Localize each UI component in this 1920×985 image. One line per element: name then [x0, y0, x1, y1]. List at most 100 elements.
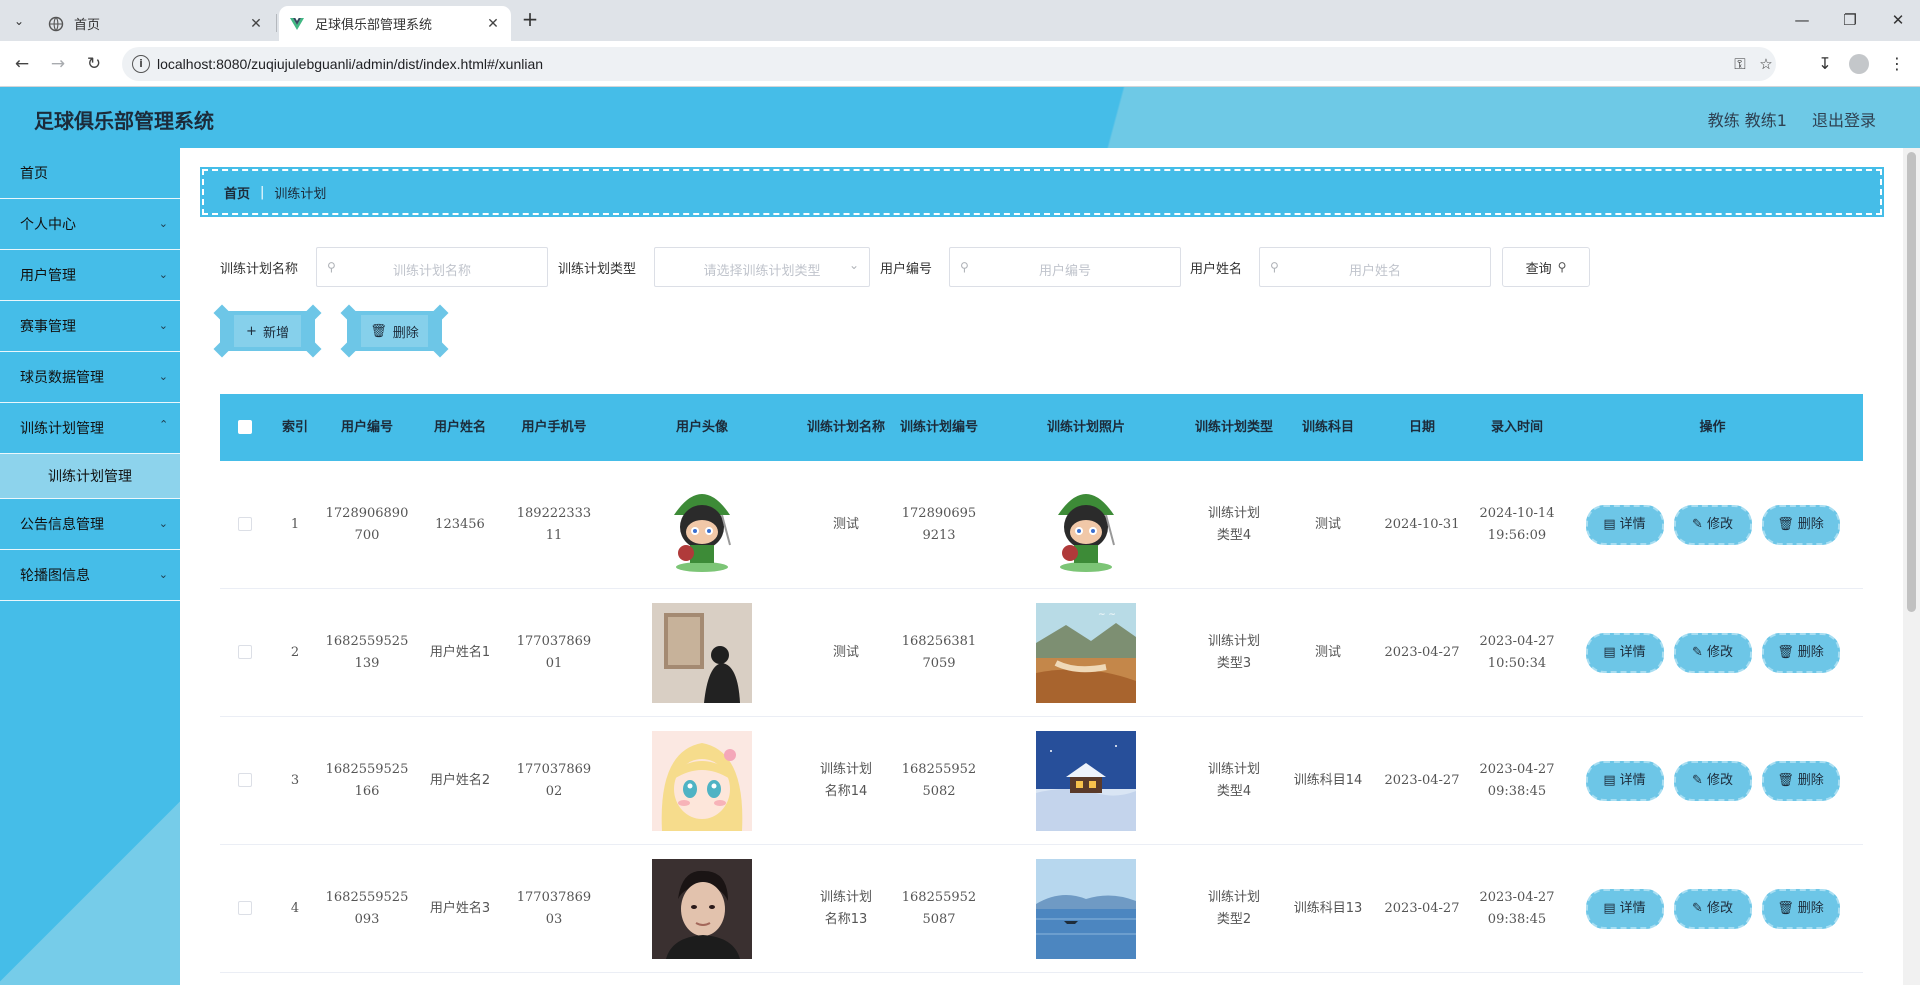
gallery-person-avatar — [652, 602, 752, 703]
forward-arrow-icon[interactable]: → — [46, 52, 70, 76]
plan-type-select[interactable]: 请选择训练计划类型 ⌄ — [654, 247, 870, 287]
delete-button[interactable]: 🗑 删除 — [1761, 504, 1840, 545]
user-name-input[interactable]: ⚲ 用户姓名 — [1259, 247, 1491, 287]
sidebar-item-player-data[interactable]: 球员数据管理 ⌄ — [0, 352, 180, 403]
user-id-input[interactable]: ⚲ 用户编号 — [949, 247, 1181, 287]
cell-uid: 1682559525093 — [320, 887, 414, 931]
delete-button[interactable]: 🗑 删除 — [1761, 632, 1840, 673]
detail-button[interactable]: ▤ 详情 — [1585, 888, 1664, 929]
browser-tab-active[interactable]: 足球俱乐部管理系统 ✕ — [279, 6, 511, 41]
site-info-icon[interactable]: i — [132, 55, 150, 73]
user-avatar-image — [602, 602, 802, 703]
browser-tab-home[interactable]: 首页 ✕ — [38, 6, 274, 41]
breadcrumb-home[interactable]: 首页 — [224, 183, 250, 202]
minimize-icon[interactable]: — — [1788, 8, 1816, 32]
edit-label: 修改 — [1706, 516, 1733, 532]
sidebar-item-carousel[interactable]: 轮播图信息 ⌄ — [0, 550, 180, 601]
profile-avatar-icon[interactable] — [1849, 54, 1869, 74]
cell-subject: 测试 — [1284, 642, 1372, 664]
sidebar-item-announcements[interactable]: 公告信息管理 ⌄ — [0, 499, 180, 550]
new-tab-plus-icon[interactable]: + — [518, 8, 542, 32]
document-icon: ▤ — [1603, 900, 1616, 916]
detail-button[interactable]: ▤ 详情 — [1585, 632, 1664, 673]
cell-date: 2024-10-31 — [1372, 514, 1472, 536]
header-user-id: 用户编号 — [340, 419, 393, 435]
cell-pno: 1682559525082 — [890, 759, 988, 803]
row-checkbox[interactable] — [220, 770, 270, 792]
sidebar: 首页 个人中心 ⌄ 用户管理 ⌄ 赛事管理 ⌄ 球员数据管理 ⌄ 训练计划管理 ⌄ 训练计… — [0, 148, 180, 985]
sidebar-item-match-management[interactable]: 赛事管理 ⌄ — [0, 301, 180, 352]
restore-icon[interactable]: ❐ — [1836, 8, 1864, 32]
row-checkbox[interactable] — [220, 642, 270, 664]
window-close-icon[interactable]: ✕ — [1884, 8, 1912, 32]
cell-pname: 训练计划名称13 — [802, 887, 890, 931]
sidebar-subitem-training-plan[interactable]: 训练计划管理 — [0, 454, 180, 499]
cell-text: 3 — [290, 772, 300, 788]
cell-text: 训练计划类型3 — [1207, 633, 1260, 671]
sidebar-item-user-management[interactable]: 用户管理 ⌄ — [0, 250, 180, 301]
table-row: 2 1682559525139 用户姓名1 17703786901 测试 16825638… — [220, 589, 1863, 717]
edit-button[interactable]: ✎ 修改 — [1673, 504, 1752, 545]
autumn-landscape-photo: ~ ~ — [1036, 602, 1136, 703]
cell-text: 1682559525082 — [901, 761, 977, 799]
query-button[interactable]: 查询 ⚲ — [1502, 247, 1590, 287]
row-checkbox[interactable] — [220, 898, 270, 920]
breadcrumb-current: 训练计划 — [274, 186, 327, 202]
plan-name-input[interactable]: ⚲ 训练计划名称 — [316, 247, 548, 287]
cell-phone: 17703786902 — [506, 759, 602, 803]
pencil-icon: ✎ — [1692, 772, 1703, 788]
more-menu-icon[interactable]: ⋮ — [1885, 52, 1909, 76]
octocat-avatar — [652, 474, 752, 575]
scrollbar-thumb[interactable] — [1907, 152, 1916, 612]
header-operations: 操作 — [1699, 419, 1726, 435]
detail-button[interactable]: ▤ 详情 — [1585, 760, 1664, 801]
placeholder: 用户姓名 — [1348, 264, 1401, 279]
cell-text: 2024-10-31 — [1384, 516, 1460, 532]
page-scrollbar[interactable] — [1903, 148, 1920, 985]
tab-separator — [276, 14, 277, 32]
reload-icon[interactable]: ↻ — [82, 52, 106, 76]
corner-decoration — [340, 340, 358, 358]
close-tab-icon[interactable]: ✕ — [248, 16, 264, 32]
password-key-icon[interactable]: ⚿ — [1730, 54, 1750, 74]
download-icon[interactable]: ↧ — [1813, 52, 1837, 76]
row-operations: ▤ 详情 ✎ 修改 🗑 删除 — [1562, 632, 1863, 673]
batch-delete-button[interactable]: 🗑 删除 — [340, 304, 449, 358]
pencil-icon: ✎ — [1692, 644, 1703, 660]
placeholder: 请选择训练计划类型 — [703, 264, 821, 279]
logout-button[interactable]: 退出登录 — [1812, 107, 1876, 131]
cell-pname: 训练计划名称14 — [802, 759, 890, 803]
detail-button[interactable]: ▤ 详情 — [1585, 504, 1664, 545]
add-button[interactable]: + 新增 — [213, 304, 322, 358]
edit-button[interactable]: ✎ 修改 — [1673, 632, 1752, 673]
cell-text: 2023-04-27 — [1384, 644, 1460, 660]
row-operations: ▤ 详情 ✎ 修改 🗑 删除 — [1562, 888, 1863, 929]
app-header: 足球俱乐部管理系统 教练 教练1 退出登录 — [0, 87, 1920, 148]
sidebar-item-personal-center[interactable]: 个人中心 ⌄ — [0, 199, 180, 250]
sidebar-item-home[interactable]: 首页 — [0, 148, 180, 199]
row-checkbox[interactable] — [220, 514, 270, 536]
tab-list-chevron-icon[interactable]: ⌄ — [8, 10, 30, 32]
cell-pno: 1682559525087 — [890, 887, 988, 931]
cell-date: 2023-04-27 — [1372, 642, 1472, 664]
edit-button[interactable]: ✎ 修改 — [1673, 760, 1752, 801]
header-date: 日期 — [1408, 419, 1435, 435]
select-all-checkbox[interactable] — [220, 417, 270, 439]
table-row: 1 1728906890700 123456 18922233311 测试 1728906… — [220, 461, 1863, 589]
detail-label: 详情 — [1619, 516, 1646, 532]
bookmark-star-icon[interactable]: ☆ — [1756, 54, 1776, 74]
header-created: 录入时间 — [1490, 419, 1543, 435]
cell-text: 训练科目14 — [1293, 772, 1363, 788]
sidebar-item-training-plan[interactable]: 训练计划管理 ⌄ — [0, 403, 180, 454]
table-header: 索引 用户编号 用户姓名 用户手机号 用户头像 训练计划名称 训练计划编号 训练… — [220, 394, 1863, 461]
edit-button[interactable]: ✎ 修改 — [1673, 888, 1752, 929]
url-field[interactable]: i localhost:8080/zuqiujulebguanli/admin/… — [122, 47, 1776, 81]
cell-uid: 1728906890700 — [320, 503, 414, 547]
address-bar: ← → ↻ i localhost:8080/zuqiujulebguanli/… — [0, 41, 1920, 87]
back-arrow-icon[interactable]: ← — [10, 52, 34, 76]
close-tab-icon[interactable]: ✕ — [485, 16, 501, 32]
delete-button[interactable]: 🗑 删除 — [1761, 888, 1840, 929]
delete-button[interactable]: 🗑 删除 — [1761, 760, 1840, 801]
user-avatar-image — [602, 730, 802, 831]
breadcrumb-separator: | — [260, 184, 265, 200]
